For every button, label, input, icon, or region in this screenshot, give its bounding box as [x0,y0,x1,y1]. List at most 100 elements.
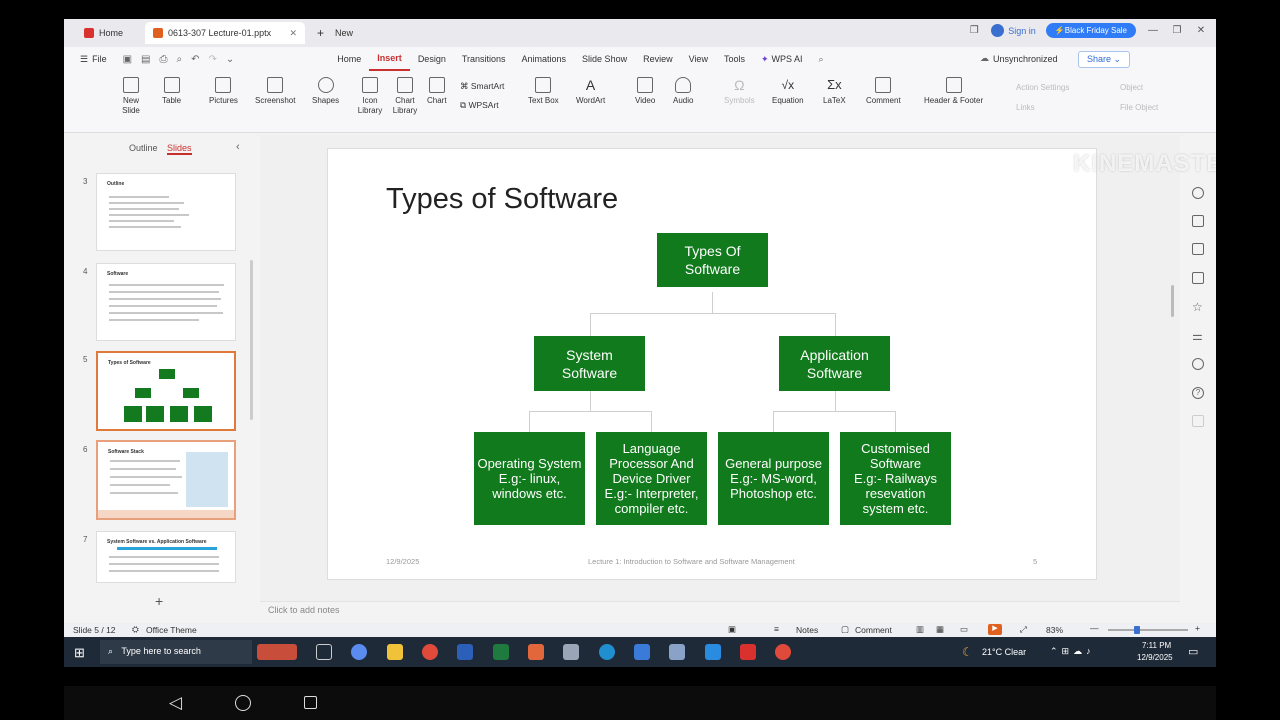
clock-date[interactable]: 12/9/2025 [1137,653,1173,662]
slide-thumbnail[interactable]: System Software vs. Application Software [96,531,236,583]
black-friday-sale-button[interactable]: ⚡Black Friday Sale [1045,23,1136,38]
sliders-icon[interactable]: ⚌ [1192,330,1204,342]
app-icon[interactable] [634,644,650,660]
grid-icon[interactable] [1192,415,1204,427]
vscode-icon[interactable] [705,644,721,660]
shapes-button[interactable]: Shapes [312,77,339,106]
sign-in-button[interactable]: Sign in [991,24,1036,37]
menu-transitions[interactable]: Transitions [454,47,514,71]
search-icon[interactable]: ⌕ [811,47,832,71]
collapse-panel-icon[interactable]: ‹ [236,141,240,153]
zoom-out-button[interactable]: — [1090,623,1099,633]
word-icon[interactable] [457,644,473,660]
node-types-of-software[interactable]: Types Of Software [657,233,768,287]
share-button[interactable]: Share ⌄ [1078,51,1131,68]
node-application-software[interactable]: Application Software [779,336,890,391]
smartart-button[interactable]: ⌘ SmartArt [460,81,504,92]
slides-tab[interactable]: Slides [167,143,192,155]
slide-thumbnail-selected[interactable]: Types of Software [96,351,236,431]
print-preview-icon[interactable]: ⌕ [177,54,183,65]
zoom-in-button[interactable]: + [1195,623,1200,633]
links-button[interactable]: Links [1016,103,1035,112]
menu-design[interactable]: Design [410,47,454,71]
history-icon[interactable] [1192,358,1204,370]
pictures-button[interactable]: Pictures [209,77,238,106]
pin-icon[interactable] [1192,215,1204,227]
app-icon[interactable] [669,644,685,660]
minimize-button[interactable]: — [1146,25,1160,36]
notification-icon[interactable]: ▭ [1188,645,1198,658]
sync-status[interactable]: ☁ Unsynchronized [980,53,1058,64]
zoom-slider-thumb[interactable] [1134,626,1140,634]
new-slide-button[interactable]: New Slide [118,77,144,116]
chrome-icon[interactable] [422,644,438,660]
comment-button[interactable]: Comment [866,77,901,106]
menu-slide-show[interactable]: Slide Show [574,47,635,71]
app-icon[interactable] [528,644,544,660]
close-icon[interactable]: ✕ [289,28,297,39]
icon-library-button[interactable]: Icon Library [356,77,384,116]
menu-animations[interactable]: Animations [514,47,575,71]
node-language-processor[interactable]: Language Processor And Device Driver E.g… [596,432,707,525]
widget-image-icon[interactable] [257,644,297,660]
file-object-button[interactable]: File Object [1120,103,1158,112]
notes-toggle-icon[interactable]: ≡ [774,624,779,634]
slide-thumbnail[interactable]: Software [96,263,236,341]
clock-time[interactable]: 7:11 PM [1142,641,1171,650]
home-icon[interactable] [235,695,251,711]
theme-name[interactable]: Office Theme [146,625,197,635]
wps-ai-button[interactable]: ✦ WPS AI [753,47,811,71]
print-icon[interactable]: ⎙ [160,54,168,65]
notes-toggle[interactable]: Notes [796,625,818,635]
equation-button[interactable]: √x Equation [772,77,804,106]
menu-insert[interactable]: Insert [369,47,410,71]
weather-text[interactable]: 21°C Clear [982,647,1026,657]
audio-button[interactable]: Audio [673,77,693,106]
file-menu[interactable]: ☰ File [72,47,115,71]
scrollbar[interactable] [250,260,253,420]
zoom-slider[interactable] [1108,629,1188,631]
task-view-icon[interactable] [316,644,332,660]
menu-home[interactable]: Home [329,47,369,71]
zoom-level[interactable]: 83% [1046,625,1063,635]
new-tab-button[interactable]: + New [309,22,361,44]
wps-office-icon[interactable] [740,644,756,660]
normal-view-icon[interactable]: ▥ [916,624,924,635]
chevron-down-icon[interactable]: ⌄ [226,54,234,65]
play-slideshow-icon[interactable]: ▶ [988,624,1002,635]
table-button[interactable]: Table [162,77,181,106]
file-explorer-icon[interactable] [387,644,403,660]
slide-sorter-icon[interactable]: ▦ [936,624,944,635]
excel-icon[interactable] [493,644,509,660]
export-pdf-icon[interactable]: ▤ [141,54,150,65]
text-box-button[interactable]: Text Box [528,77,559,106]
windows-start-icon[interactable]: ⊞ [74,645,85,661]
object-button[interactable]: Object [1120,83,1143,92]
undo-icon[interactable]: ↶ [191,54,199,65]
recents-icon[interactable] [304,696,317,709]
latex-button[interactable]: Σx LaTeX [823,77,846,106]
menu-view[interactable]: View [681,47,716,71]
slide-thumbnail[interactable]: Outline [96,173,236,251]
tab-home[interactable]: Home [76,22,131,44]
edge-icon[interactable] [599,644,615,660]
outline-tab[interactable]: Outline [129,143,158,153]
weather-icon[interactable]: ☾ [962,645,973,659]
maximize-button[interactable]: ❐ [1170,25,1184,36]
notes-area[interactable]: Click to add notes [260,601,1180,623]
copy-icon[interactable] [1192,243,1204,255]
menu-tools[interactable]: Tools [716,47,753,71]
save-icon[interactable]: ▣ [123,54,132,65]
node-operating-system[interactable]: Operating System E.g:- linux, windows et… [474,432,585,525]
fit-icon[interactable]: ▣ [728,624,736,635]
vertical-scrollbar[interactable] [1171,285,1174,317]
back-icon[interactable]: ◁ [169,693,182,713]
slide-title[interactable]: Types of Software [386,183,618,216]
taskbar-search-box[interactable]: ⌕ Type here to search [100,640,252,664]
chart-button[interactable]: Chart [427,77,447,106]
node-general-purpose[interactable]: General purpose E.g:- MS-word, Photoshop… [718,432,829,525]
chrome-icon[interactable] [775,644,791,660]
fit-window-icon[interactable]: ⤢ [1020,624,1027,635]
window-list-icon[interactable]: ❐ [967,25,981,36]
wpsart-button[interactable]: ⧉ WPSArt [460,100,499,111]
